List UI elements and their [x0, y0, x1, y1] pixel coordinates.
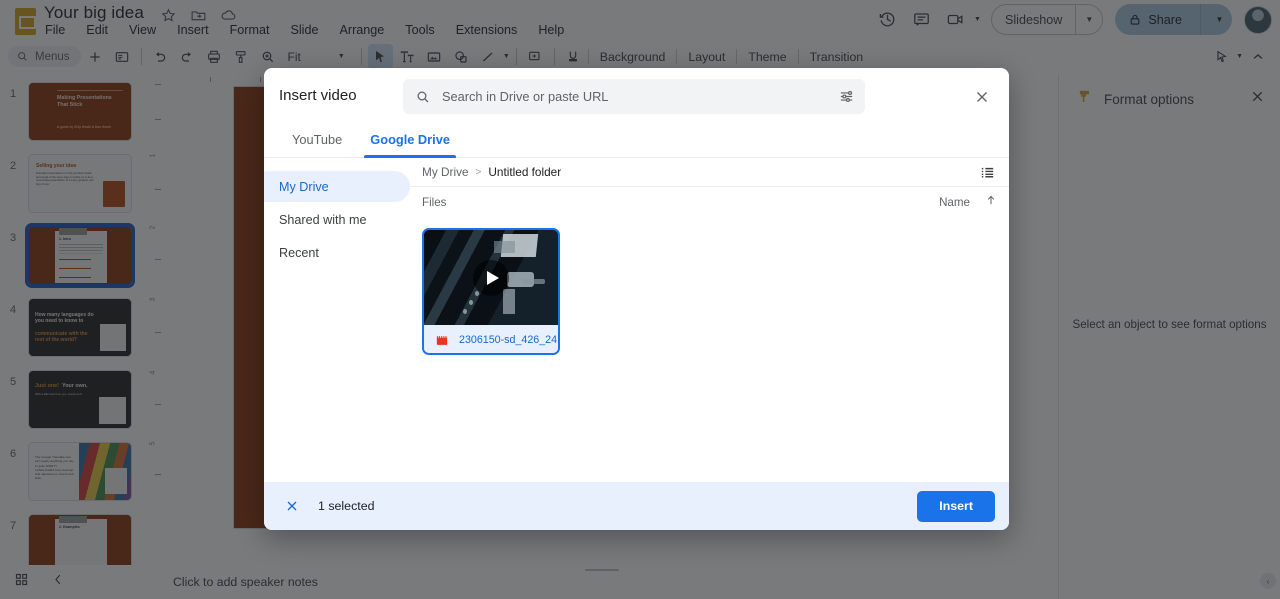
list-view-icon[interactable]	[975, 160, 999, 184]
dialog-footer: 1 selected Insert	[264, 482, 1009, 530]
files-label: Files	[422, 195, 447, 209]
drive-file-browser: My Drive > Untitled folder Files Name 23…	[410, 158, 1009, 482]
tune-icon[interactable]	[833, 84, 859, 110]
clear-selection-button[interactable]	[281, 495, 303, 517]
arrow-up-icon[interactable]	[984, 193, 998, 212]
play-icon[interactable]	[473, 259, 509, 296]
file-card[interactable]: 2306150-sd_426_24…	[422, 228, 560, 355]
dialog-header: Insert video	[264, 68, 1009, 125]
search-input[interactable]	[442, 89, 822, 104]
nav-item-my-drive[interactable]: My Drive	[264, 171, 410, 202]
selection-count: 1 selected	[318, 499, 375, 513]
breadcrumb: My Drive > Untitled folder	[410, 158, 1009, 187]
dialog-title: Insert video	[279, 87, 357, 104]
drive-search-box[interactable]	[403, 79, 865, 114]
breadcrumb-current[interactable]: Untitled folder	[488, 165, 561, 179]
drive-nav: My Drive Shared with me Recent	[264, 158, 410, 482]
tab-youtube[interactable]: YouTube	[278, 125, 356, 157]
insert-video-dialog: Insert video YouTube Google Drive My Dri…	[264, 68, 1009, 530]
nav-item-shared-with-me[interactable]: Shared with me	[264, 204, 410, 235]
video-thumbnail[interactable]	[424, 230, 558, 325]
dialog-tabs: YouTube Google Drive	[264, 125, 1009, 158]
dialog-close-button[interactable]	[969, 84, 995, 110]
file-card-footer: 2306150-sd_426_24…	[424, 325, 558, 353]
dialog-body: My Drive Shared with me Recent My Drive …	[264, 158, 1009, 482]
file-name: 2306150-sd_426_24…	[459, 334, 558, 346]
breadcrumb-root[interactable]: My Drive	[422, 165, 469, 179]
tab-google-drive[interactable]: Google Drive	[356, 125, 464, 158]
nav-item-recent[interactable]: Recent	[264, 237, 410, 268]
insert-button[interactable]: Insert	[917, 490, 995, 522]
sort-by-name-button[interactable]: Name	[939, 196, 970, 209]
chevron-right-icon: >	[475, 166, 482, 178]
files-header: Files Name	[410, 187, 1009, 217]
file-grid[interactable]: 2306150-sd_426_24…	[410, 217, 1009, 482]
search-icon	[417, 90, 429, 102]
video-file-icon	[435, 334, 449, 347]
